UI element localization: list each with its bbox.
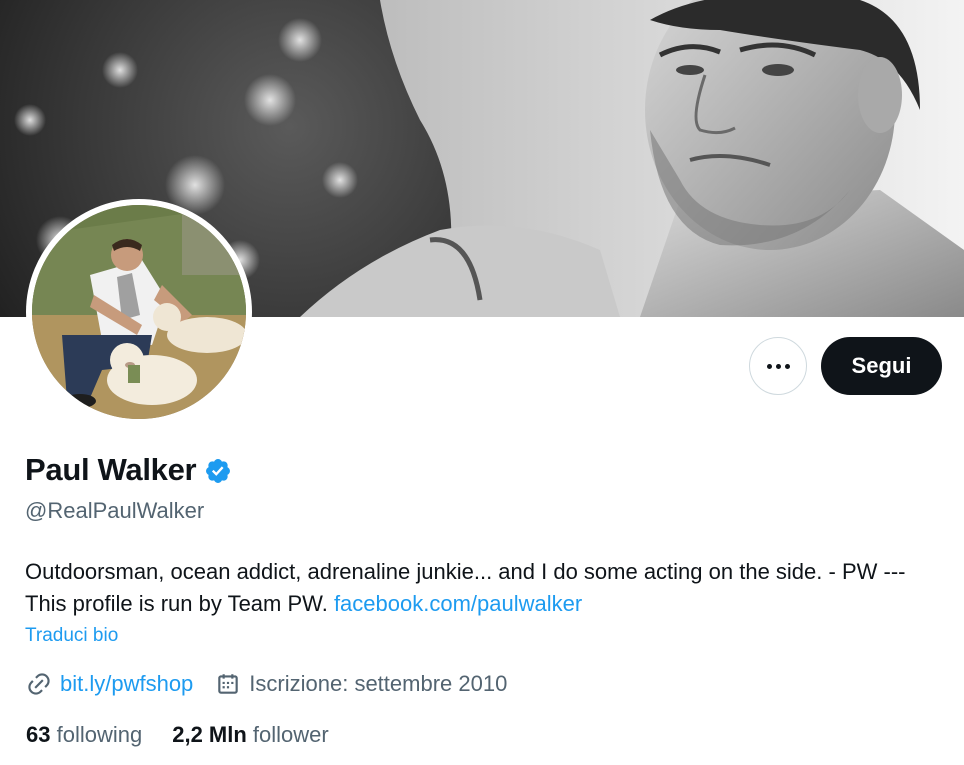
display-name: Paul Walker xyxy=(25,452,197,487)
following-stat[interactable]: 63 following xyxy=(26,722,142,748)
website-link[interactable]: bit.ly/pwfshop xyxy=(60,671,193,697)
profile-bio: Outdoorsman, ocean addict, adrenaline ju… xyxy=(25,556,945,620)
website-item: bit.ly/pwfshop xyxy=(26,671,193,697)
more-options-button[interactable] xyxy=(749,337,807,395)
followers-count: 2,2 Mln xyxy=(172,722,247,747)
avatar-photo xyxy=(32,205,246,419)
calendar-icon xyxy=(218,674,239,694)
link-icon xyxy=(28,673,50,695)
avatar[interactable] xyxy=(26,199,252,425)
followers-label: follower xyxy=(252,722,329,747)
following-count: 63 xyxy=(26,722,51,747)
following-label: following xyxy=(56,722,143,747)
follow-button[interactable]: Segui xyxy=(821,337,942,395)
profile-name-row: Paul Walker xyxy=(25,452,232,488)
profile-handle: @RealPaulWalker xyxy=(25,498,205,523)
joined-date: Iscrizione: settembre 2010 xyxy=(249,671,508,696)
profile-meta: bit.ly/pwfshop Iscrizione: settembre 201… xyxy=(26,671,507,697)
joined-item: Iscrizione: settembre 2010 xyxy=(215,671,507,697)
bio-link[interactable]: facebook.com/paulwalker xyxy=(334,591,582,616)
ellipsis-icon xyxy=(766,363,790,369)
verified-badge-icon[interactable] xyxy=(204,457,232,485)
translate-bio-link[interactable]: Traduci bio xyxy=(25,625,118,647)
profile-stats: 63 following 2,2 Mln follower xyxy=(26,722,329,748)
followers-stat[interactable]: 2,2 Mln follower xyxy=(172,722,329,748)
